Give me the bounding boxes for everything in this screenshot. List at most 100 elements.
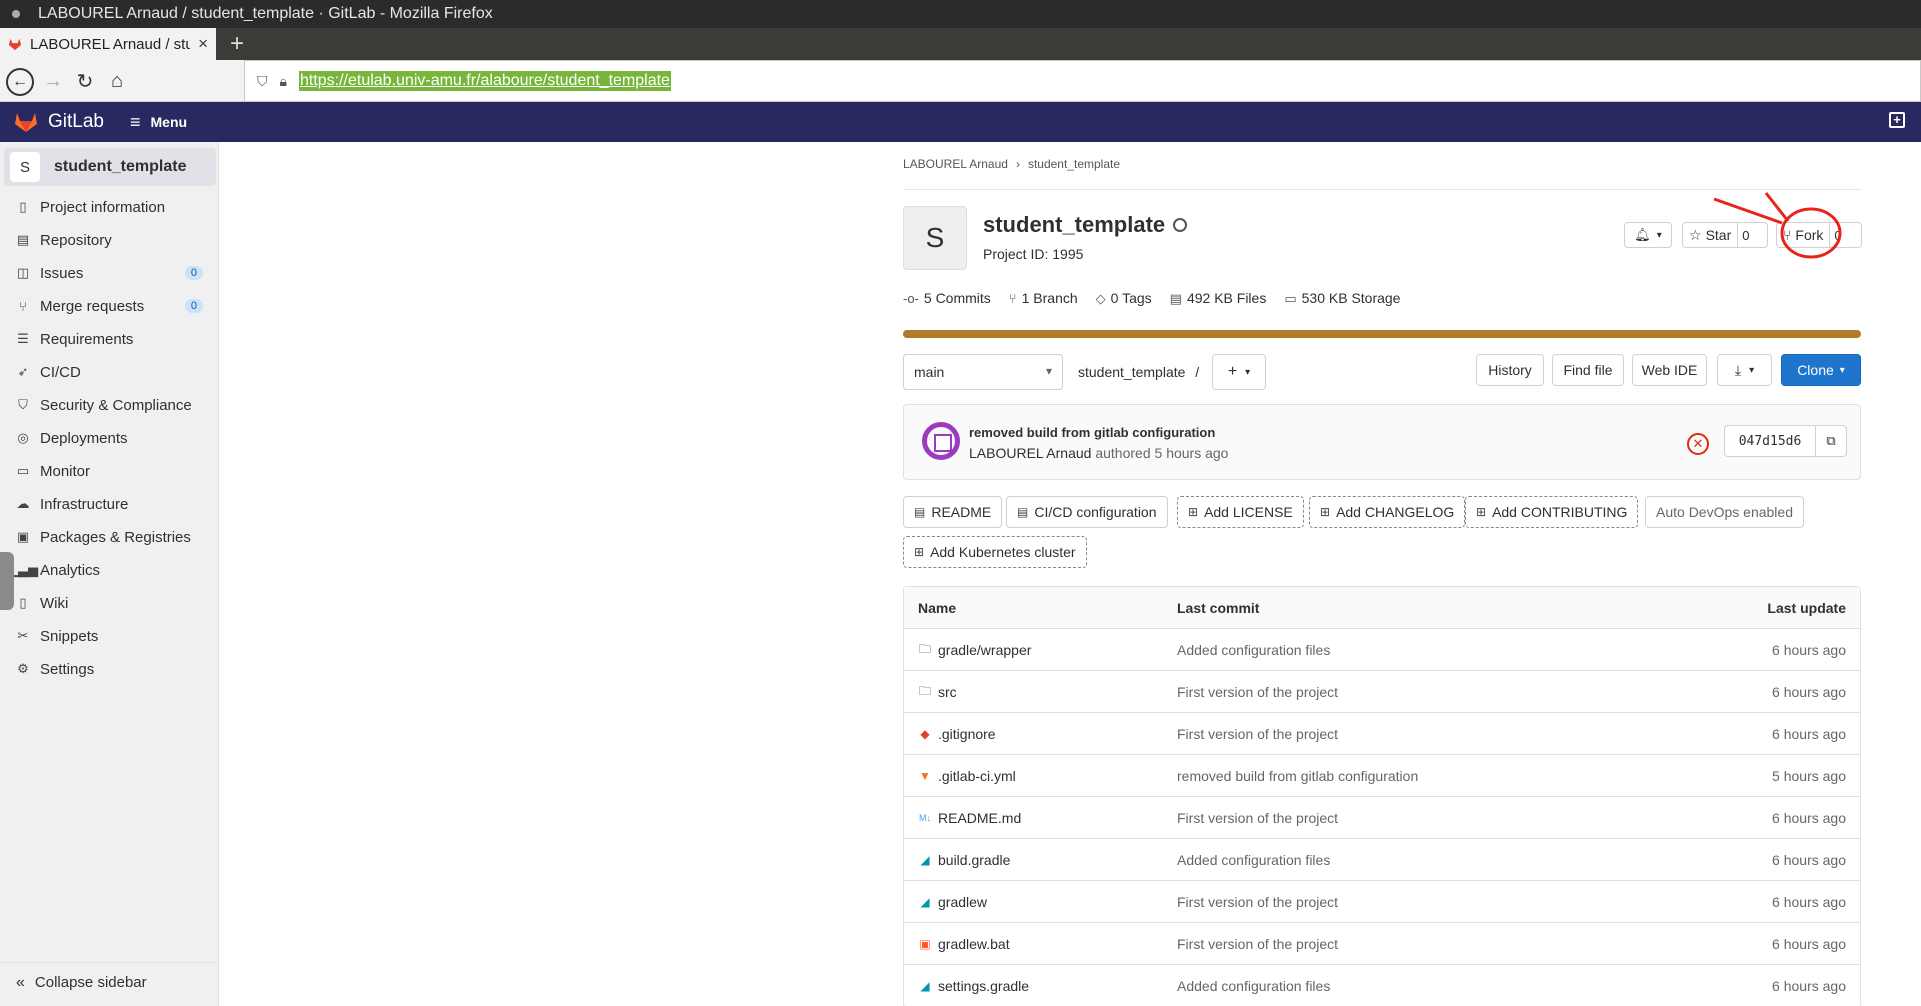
gradle-icon: ◢ — [920, 895, 930, 909]
file-last-commit[interactable]: First version of the project — [1177, 684, 1338, 700]
lock-icon[interactable]: 🔒︎ — [280, 73, 287, 90]
notification-button[interactable]: 🔔︎ ▾ — [1624, 222, 1672, 248]
reload-icon[interactable]: ↻ — [72, 68, 98, 94]
cicd-config-label: CI/CD configuration — [1034, 504, 1157, 520]
cicd-config-button[interactable]: ▤ CI/CD configuration — [1006, 496, 1168, 528]
file-last-commit[interactable]: First version of the project — [1177, 894, 1338, 910]
file-last-commit[interactable]: removed build from gitlab configuration — [1177, 768, 1418, 784]
home-icon[interactable]: ⌂ — [104, 68, 130, 94]
close-tab-icon[interactable]: × — [198, 34, 208, 54]
copy-sha-icon[interactable]: ⧉ — [1815, 425, 1847, 457]
storage-stat[interactable]: ▭ 530 KB Storage — [1284, 290, 1400, 307]
sidebar-item-security[interactable]: ⛉ Security & Compliance — [0, 390, 219, 420]
table-row[interactable]: ◢ settings.gradle Added configuration fil… — [904, 965, 1860, 1006]
file-last-commit[interactable]: Added configuration files — [1177, 978, 1330, 994]
forward-icon[interactable]: → — [40, 68, 66, 94]
fork-count[interactable]: 0 — [1829, 223, 1845, 247]
history-button[interactable]: History — [1476, 354, 1544, 386]
sidebar-item-wiki[interactable]: ▯ Wiki — [0, 588, 219, 618]
sidebar-item-deployments[interactable]: ◎ Deployments — [0, 423, 219, 453]
file-name[interactable]: gradlew — [938, 894, 987, 910]
commit-sha[interactable]: 047d15d6 — [1724, 425, 1816, 457]
sidebar-item-settings[interactable]: ⚙ Settings — [0, 654, 219, 684]
commit-author[interactable]: LABOUREL Arnaud — [969, 445, 1091, 461]
table-row[interactable]: ◆ .gitignore First version of the project… — [904, 713, 1860, 755]
sidebar-item-requirements[interactable]: ☰ Requirements — [0, 324, 219, 354]
breadcrumb-owner[interactable]: LABOUREL Arnaud — [903, 157, 1008, 171]
table-row[interactable]: ▣ gradlew.bat First version of the projec… — [904, 923, 1860, 965]
new-tab-icon[interactable]: + — [230, 30, 244, 58]
web-ide-button[interactable]: Web IDE — [1632, 354, 1707, 386]
download-button[interactable]: ⤓ ▾ — [1717, 354, 1772, 386]
branch-selector[interactable]: main ▾ — [903, 354, 1063, 390]
add-to-tree-button[interactable]: + ▾ — [1212, 354, 1266, 390]
add-changelog-button[interactable]: ⊞ Add CHANGELOG — [1309, 496, 1466, 528]
file-name[interactable]: gradle/wrapper — [938, 642, 1031, 658]
files-stat[interactable]: ▤ 492 KB Files — [1170, 290, 1267, 307]
file-name[interactable]: README.md — [938, 810, 1021, 826]
sidebar-item-packages[interactable]: ▣ Packages & Registries — [0, 522, 219, 552]
sidebar-item-issues[interactable]: ◫ Issues 0 — [0, 258, 219, 288]
pipeline-failed-icon[interactable]: ✕ — [1687, 433, 1709, 455]
sidebar-project-link[interactable]: S student_template — [4, 148, 216, 186]
readme-button[interactable]: ▤ README — [903, 496, 1003, 528]
sidebar-item-project-information[interactable]: ▯ Project information — [0, 192, 219, 222]
commit-title[interactable]: removed build from gitlab configuration — [969, 425, 1215, 440]
address-bar[interactable]: ⛉ 🔒︎ https://etulab.univ-amu.fr/alaboure… — [244, 60, 1921, 102]
file-name[interactable]: gradlew.bat — [938, 936, 1010, 952]
sidebar-item-snippets[interactable]: ✂ Snippets — [0, 621, 219, 651]
file-name-cell: 🗀︎ gradle/wrapper — [918, 642, 1031, 659]
add-contributing-button[interactable]: ⊞ Add CONTRIBUTING — [1465, 496, 1639, 528]
gitlab-home-link[interactable]: GitLab — [14, 111, 104, 133]
shield-icon[interactable]: ⛉ — [257, 73, 268, 90]
file-name[interactable]: .gitlab-ci.yml — [938, 768, 1016, 784]
sidebar-item-analytics[interactable]: ▁▃▅ Analytics — [0, 555, 219, 585]
commits-stat[interactable]: -o- 5 Commits — [903, 290, 991, 307]
add-license-button[interactable]: ⊞ Add LICENSE — [1177, 496, 1304, 528]
sidebar-item-merge-requests[interactable]: ⑂ Merge requests 0 — [0, 291, 219, 321]
file-name[interactable]: .gitignore — [938, 726, 996, 742]
table-row[interactable]: M↓ README.md First version of the project… — [904, 797, 1860, 839]
sidebar-item-monitor[interactable]: ▭ Monitor — [0, 456, 219, 486]
file-last-update: 6 hours ago — [1772, 684, 1846, 700]
chevron-down-icon: ▾ — [1245, 366, 1251, 378]
sidebar-item-label: Project information — [40, 198, 166, 216]
back-icon[interactable]: ← — [6, 68, 34, 96]
file-name[interactable]: settings.gradle — [938, 978, 1029, 994]
sidebar-resize-handle[interactable] — [0, 552, 14, 610]
table-row[interactable]: ▼ .gitlab-ci.yml removed build from gitla… — [904, 755, 1860, 797]
sidebar-item-repository[interactable]: ▤ Repository — [0, 225, 219, 255]
new-dropdown-icon[interactable]: + — [1889, 112, 1905, 128]
collapse-sidebar-button[interactable]: « Collapse sidebar — [0, 962, 219, 1002]
find-file-button[interactable]: Find file — [1552, 354, 1624, 386]
branches-stat[interactable]: ⑂ 1 Branch — [1009, 290, 1078, 307]
file-name[interactable]: build.gradle — [938, 852, 1010, 868]
breadcrumb-project[interactable]: student_template — [1028, 157, 1120, 171]
file-name[interactable]: src — [938, 684, 957, 700]
browser-tab[interactable]: LABOUREL Arnaud / student_template · Git… — [0, 28, 216, 60]
table-row[interactable]: 🗀︎ src First version of the project 6 hou… — [904, 671, 1860, 713]
sidebar-item-infrastructure[interactable]: ☁ Infrastructure — [0, 489, 219, 519]
file-last-commit[interactable]: Added configuration files — [1177, 852, 1330, 868]
file-last-commit[interactable]: First version of the project — [1177, 936, 1338, 952]
clone-label: Clone — [1797, 362, 1834, 378]
table-row[interactable]: ◢ build.gradle Added configuration files … — [904, 839, 1860, 881]
star-count[interactable]: 0 — [1737, 223, 1753, 247]
clone-button[interactable]: Clone ▾ — [1781, 354, 1861, 386]
file-last-commit[interactable]: First version of the project — [1177, 810, 1338, 826]
add-kubernetes-button[interactable]: ⊞ Add Kubernetes cluster — [903, 536, 1087, 568]
commit-author-avatar[interactable] — [922, 422, 960, 460]
table-row[interactable]: 🗀︎ gradle/wrapper Added configuration fil… — [904, 629, 1860, 671]
sidebar-item-label: Infrastructure — [40, 495, 129, 513]
file-last-commit[interactable]: First version of the project — [1177, 726, 1338, 742]
table-row[interactable]: ◢ gradlew First version of the project 6 … — [904, 881, 1860, 923]
star-button[interactable]: ☆ Star 0 — [1682, 222, 1768, 248]
url-text[interactable]: https://etulab.univ-amu.fr/alaboure/stud… — [298, 71, 671, 91]
file-last-commit[interactable]: Added configuration files — [1177, 642, 1330, 658]
repo-path-root[interactable]: student_template — [1078, 364, 1185, 380]
fork-button[interactable]: ⑂ Fork 0 — [1776, 222, 1862, 248]
sidebar-item-cicd[interactable]: ➶ CI/CD — [0, 357, 219, 387]
menu-button[interactable]: ≡ Menu — [130, 112, 187, 133]
auto-devops-button[interactable]: Auto DevOps enabled — [1645, 496, 1804, 528]
tags-stat[interactable]: ◇ 0 Tags — [1096, 290, 1152, 307]
